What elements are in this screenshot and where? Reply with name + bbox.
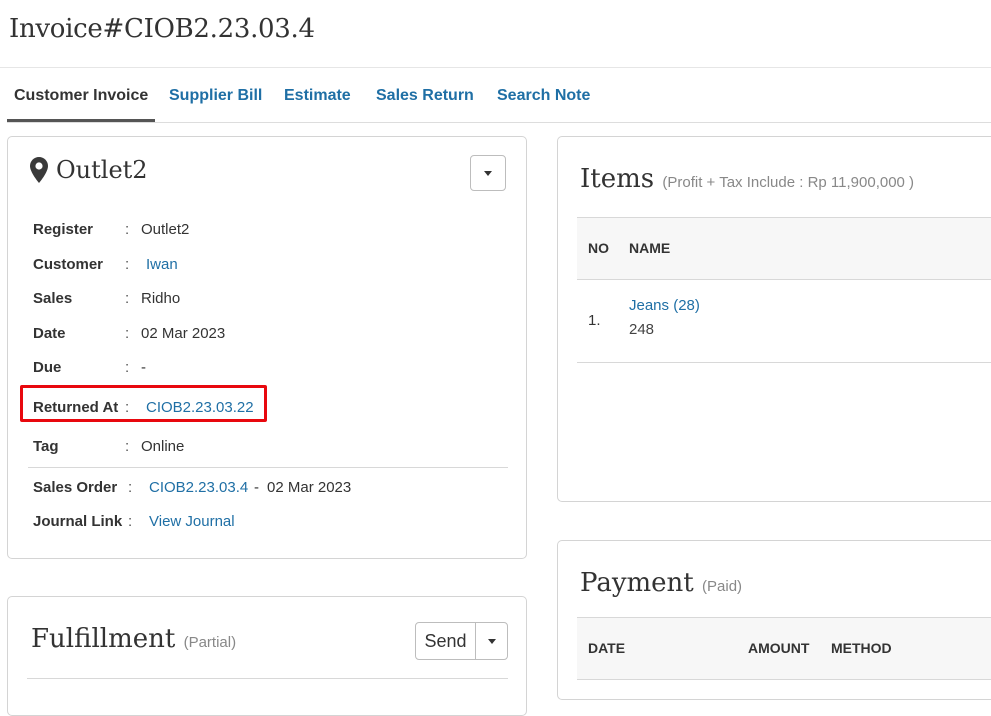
date-value: 02 Mar 2023 (141, 325, 226, 342)
item-number: 1. (588, 312, 601, 329)
returned-at-label: Returned At (33, 399, 119, 416)
section-divider (28, 467, 508, 468)
item-name-link[interactable]: Jeans (28) (629, 297, 700, 314)
sales-order-date: 02 Mar 2023 (267, 479, 352, 496)
separator: : (125, 256, 130, 273)
view-journal-link[interactable]: View Journal (149, 513, 235, 530)
column-date: DATE (588, 640, 626, 656)
fulfillment-table-top (27, 678, 508, 679)
customer-link[interactable]: Iwan (146, 256, 178, 273)
tab-sales-return[interactable]: Sales Return (376, 68, 474, 120)
fulfillment-card: Fulfillment (Partial) Send (7, 596, 527, 716)
items-heading: Items (Profit + Tax Include : Rp 11,900,… (580, 164, 914, 194)
outlet-options-dropdown[interactable] (470, 155, 506, 191)
table-row: 1. Jeans (28) 248 (577, 281, 991, 363)
separator: : (125, 290, 130, 307)
separator: : (125, 359, 130, 376)
items-table-header: NO NAME (577, 217, 991, 280)
payment-card: Payment (Paid) DATE AMOUNT METHOD (557, 540, 991, 700)
tab-search-note[interactable]: Search Note (497, 68, 590, 120)
due-label: Due (33, 359, 62, 376)
separator: : (128, 513, 133, 530)
separator: : (125, 325, 130, 342)
send-split-button: Send (415, 622, 508, 660)
items-title: Items (580, 164, 655, 194)
items-subtitle: (Profit + Tax Include : Rp 11,900,000 ) (662, 174, 915, 191)
register-value: Outlet2 (141, 221, 190, 238)
map-marker-icon (30, 157, 48, 183)
register-label: Register (33, 221, 94, 238)
payment-subtitle: (Paid) (702, 578, 743, 595)
payment-title: Payment (580, 568, 694, 598)
column-method: METHOD (831, 640, 892, 656)
tag-label: Tag (33, 438, 59, 455)
sales-order-dash: - (254, 479, 259, 496)
due-value: - (141, 359, 146, 376)
fulfillment-heading: Fulfillment (Partial) (31, 624, 236, 654)
caret-down-icon (484, 170, 492, 176)
tag-value: Online (141, 438, 185, 455)
payment-heading: Payment (Paid) (580, 568, 742, 598)
separator: : (125, 399, 130, 416)
journal-link-label: Journal Link (33, 513, 123, 530)
outlet-heading: Outlet2 (30, 156, 148, 184)
send-button[interactable]: Send (416, 623, 476, 659)
tab-customer-invoice[interactable]: Customer Invoice (7, 68, 156, 122)
separator: : (128, 479, 133, 496)
invoice-tabs: Customer Invoice Supplier Bill Estimate … (7, 68, 991, 123)
column-no: NO (588, 240, 609, 256)
outlet-card: Outlet2 Register : Outlet2 Customer : Iw… (7, 136, 527, 559)
customer-label: Customer (33, 256, 104, 273)
column-amount: AMOUNT (748, 640, 810, 656)
fulfillment-title: Fulfillment (31, 624, 176, 654)
sales-label: Sales (33, 290, 73, 307)
page-title: Invoice#CIOB2.23.03.4 (9, 14, 315, 44)
sales-value: Ridho (141, 290, 181, 307)
outlet-title: Outlet2 (56, 156, 148, 184)
items-card: Items (Profit + Tax Include : Rp 11,900,… (557, 136, 991, 502)
item-code: 248 (629, 321, 655, 338)
date-label: Date (33, 325, 66, 342)
tab-supplier-bill[interactable]: Supplier Bill (169, 68, 262, 120)
caret-down-icon (487, 638, 496, 644)
fulfillment-subtitle: (Partial) (183, 634, 237, 651)
column-name: NAME (629, 240, 671, 256)
payment-table-header: DATE AMOUNT METHOD (577, 617, 991, 680)
returned-at-link[interactable]: CIOB2.23.03.22 (146, 399, 254, 416)
tab-estimate[interactable]: Estimate (284, 68, 351, 120)
sales-order-label: Sales Order (33, 479, 118, 496)
sales-order-link[interactable]: CIOB2.23.03.4 (149, 479, 248, 496)
separator: : (125, 221, 130, 238)
send-options-dropdown[interactable] (476, 623, 507, 659)
separator: : (125, 438, 130, 455)
